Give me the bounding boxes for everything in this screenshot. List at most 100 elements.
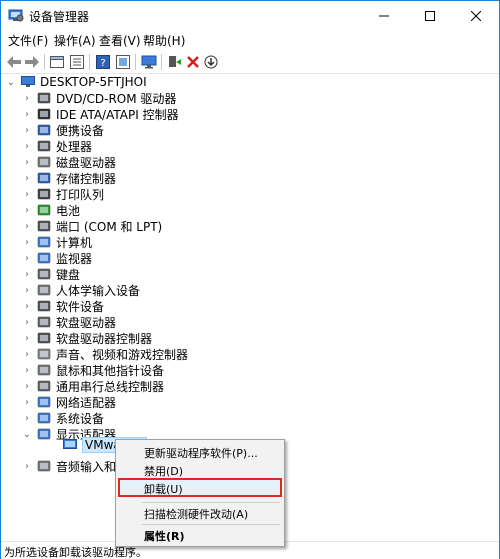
tree-category-label: 网络适配器 <box>56 395 117 410</box>
close-button[interactable] <box>453 1 499 30</box>
tree-category[interactable]: › 键盘 <box>21 266 80 282</box>
chevron-right-icon[interactable]: › <box>21 266 33 282</box>
menu-scan-hardware[interactable]: 扫描检测硬件改动(A) <box>118 504 282 522</box>
tree-category[interactable]: › 监视器 <box>21 250 92 266</box>
menu-update-driver[interactable]: 更新驱动程序软件(P)... <box>118 443 282 461</box>
tree-category-label: 监视器 <box>56 251 93 266</box>
chevron-right-icon[interactable]: › <box>21 202 33 218</box>
dvd-drive-icon <box>36 90 52 106</box>
menu-view[interactable]: 查看(V) <box>99 32 141 49</box>
chevron-right-icon[interactable]: › <box>21 138 33 154</box>
tree-category-label: IDE ATA/ATAPI 控制器 <box>56 107 179 122</box>
computer-icon <box>20 74 36 90</box>
maximize-button[interactable] <box>407 1 453 30</box>
mouse-icon <box>36 362 52 378</box>
chevron-right-icon[interactable]: › <box>21 330 33 346</box>
uninstall-x-icon[interactable] <box>184 53 202 71</box>
window-title: 设备管理器 <box>29 10 90 24</box>
monitor-icon[interactable] <box>140 53 158 71</box>
tree-category-label: 软盘驱动器 <box>56 315 117 330</box>
menu-properties[interactable]: 属性(R) <box>118 526 282 544</box>
chevron-right-icon[interactable]: › <box>21 362 33 378</box>
chevron-right-icon[interactable]: › <box>21 298 33 314</box>
hid-icon <box>36 282 52 298</box>
svg-text:?: ? <box>100 58 105 69</box>
tree-category-label: 计算机 <box>56 235 93 250</box>
status-text: 为所选设备卸载该驱动程序。 <box>4 546 147 559</box>
toolbar-separator <box>44 54 45 70</box>
tree-category[interactable]: › IDE ATA/ATAPI 控制器 <box>21 106 179 122</box>
tree-category[interactable]: › 人体学输入设备 <box>21 282 140 298</box>
floppy-drive-icon <box>36 314 52 330</box>
chevron-right-icon[interactable]: › <box>21 234 33 250</box>
chevron-right-icon[interactable]: › <box>21 170 33 186</box>
software-device-icon <box>36 298 52 314</box>
chevron-right-icon[interactable]: › <box>21 106 33 122</box>
help-icon[interactable]: ? <box>94 53 112 71</box>
properties-icon[interactable] <box>68 53 86 71</box>
tree-category[interactable]: › 鼠标和其他指针设备 <box>21 362 164 378</box>
update-driver-icon[interactable] <box>166 53 184 71</box>
chevron-right-icon[interactable]: › <box>21 378 33 394</box>
chevron-right-icon[interactable]: › <box>21 410 33 426</box>
tree-category[interactable]: › 便携设备 <box>21 122 104 138</box>
audio-io-icon <box>36 458 52 474</box>
chevron-right-icon[interactable]: › <box>21 314 33 330</box>
tree-category-label: 端口 (COM 和 LPT) <box>56 219 163 234</box>
minimize-button[interactable] <box>361 1 407 30</box>
tree-category[interactable]: › 计算机 <box>21 234 92 250</box>
chevron-right-icon[interactable]: › <box>21 346 33 362</box>
tree-category[interactable]: › 声音、视频和游戏控制器 <box>21 346 188 362</box>
tree-category[interactable]: › 端口 (COM 和 LPT) <box>21 218 162 234</box>
device-manager-icon <box>8 7 24 23</box>
tree-category[interactable]: › 磁盘驱动器 <box>21 154 116 170</box>
menu-disable[interactable]: 禁用(D) <box>118 461 282 479</box>
system-device-icon <box>36 410 52 426</box>
floppy-controller-icon <box>36 330 52 346</box>
tree-category[interactable]: › 网络适配器 <box>21 394 116 410</box>
tree-root[interactable]: ⌄ DESKTOP-5FTJHOI <box>5 74 147 90</box>
tree-category[interactable]: › 软盘驱动器 <box>21 314 116 330</box>
tree-category[interactable]: › 通用串行总线控制器 <box>21 378 164 394</box>
display-adapter-icon <box>62 437 78 453</box>
chevron-right-icon[interactable]: › <box>21 186 33 202</box>
menu-action[interactable]: 操作(A) <box>54 32 96 49</box>
chevron-right-icon[interactable]: › <box>21 394 33 410</box>
chevron-right-icon[interactable]: › <box>21 282 33 298</box>
chevron-right-icon[interactable]: › <box>21 218 33 234</box>
chevron-right-icon[interactable]: › <box>21 250 33 266</box>
view-details-icon[interactable] <box>114 53 132 71</box>
tree-category-label: 鼠标和其他指针设备 <box>56 363 165 378</box>
tree-category[interactable]: › 电池 <box>21 202 80 218</box>
tree-category[interactable]: › 存储控制器 <box>21 170 116 186</box>
tree-category[interactable]: › 处理器 <box>21 138 92 154</box>
title-bar: 设备管理器 <box>1 1 499 30</box>
chevron-right-icon[interactable]: › <box>21 458 33 474</box>
menu-uninstall[interactable]: 卸载(U) <box>118 478 282 497</box>
sound-icon <box>36 346 52 362</box>
properties-pane-icon[interactable] <box>48 53 66 71</box>
tree-category[interactable]: › 系统设备 <box>21 410 104 426</box>
tree-category-label: 通用串行总线控制器 <box>56 379 165 394</box>
tree-category-label: 键盘 <box>56 267 81 282</box>
chevron-right-icon[interactable]: › <box>21 90 33 106</box>
tree-category[interactable]: › DVD/CD-ROM 驱动器 <box>21 90 176 106</box>
storage-controller-icon <box>36 170 52 186</box>
chevron-down-icon[interactable]: ⌄ <box>21 426 33 442</box>
menu-help[interactable]: 帮助(H) <box>143 32 185 49</box>
download-icon[interactable] <box>202 53 220 71</box>
menu-file[interactable]: 文件(F) <box>8 32 48 49</box>
tree-category[interactable]: › 软盘驱动器控制器 <box>21 330 152 346</box>
forward-icon[interactable] <box>23 53 41 71</box>
chevron-right-icon[interactable]: › <box>21 154 33 170</box>
computer-icon <box>36 234 52 250</box>
tree-category[interactable]: › 软件设备 <box>21 298 104 314</box>
tree-category[interactable]: › 打印队列 <box>21 186 104 202</box>
tree-category-label: 处理器 <box>56 139 93 154</box>
chevron-down-icon[interactable]: ⌄ <box>5 74 17 90</box>
chevron-right-icon[interactable]: › <box>21 122 33 138</box>
tree-category-label: 便携设备 <box>56 123 105 138</box>
back-icon[interactable] <box>5 53 23 71</box>
battery-icon <box>36 202 52 218</box>
tree-category-label: 电池 <box>56 203 81 218</box>
